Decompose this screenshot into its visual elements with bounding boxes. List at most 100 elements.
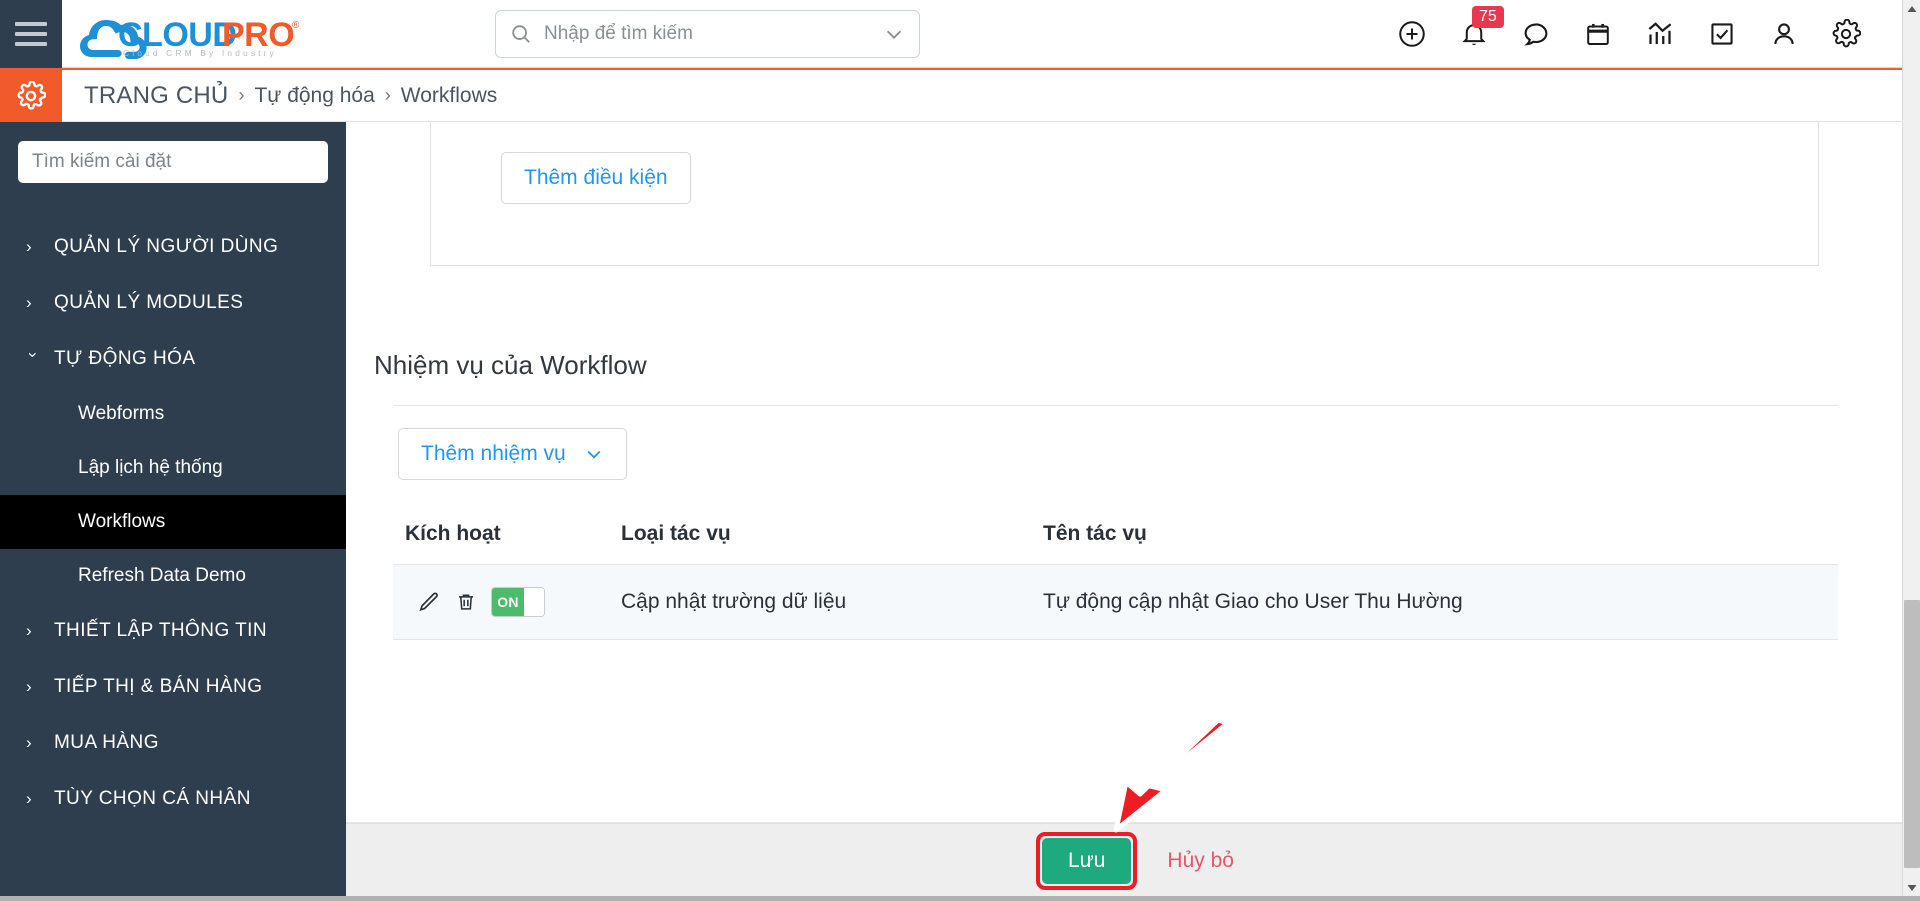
add-task-button[interactable]: Thêm nhiệm vụ <box>398 428 627 480</box>
application-root: CLOUD PRO ® Cloud CRM By Industry Nhập đ… <box>0 0 1920 901</box>
chevron-right-icon: › <box>26 237 33 256</box>
pencil-icon[interactable] <box>417 590 441 614</box>
notification-badge: 75 <box>1472 6 1504 28</box>
sidebar-search-box[interactable] <box>18 141 328 183</box>
cancel-button[interactable]: Hủy bỏ <box>1167 849 1234 873</box>
search-icon <box>512 25 530 43</box>
save-button[interactable]: Lưu <box>1042 837 1132 884</box>
toggle-knob <box>524 588 544 616</box>
svg-text:Cloud CRM By Industry: Cloud CRM By Industry <box>123 48 277 58</box>
brand-logo[interactable]: CLOUD PRO ® Cloud CRM By Industry <box>74 0 302 68</box>
sidebar-item-purchasing[interactable]: › MUA HÀNG <box>0 715 346 771</box>
horizontal-scrollbar[interactable] <box>0 896 1920 901</box>
checkbox-icon[interactable] <box>1706 18 1738 50</box>
vertical-scrollbar-thumb[interactable] <box>1904 600 1920 868</box>
save-button-highlight-annotation: Lưu <box>1036 831 1138 890</box>
scroll-down-arrow-icon[interactable] <box>1903 879 1920 897</box>
sidebar-item-label: TỰ ĐỘNG HÓA <box>54 348 196 369</box>
sidebar-item-label: Webforms <box>78 403 165 424</box>
hamburger-line <box>15 21 47 26</box>
chevron-right-icon: › <box>26 621 33 640</box>
activate-toggle[interactable]: ON <box>491 587 545 617</box>
chevron-right-icon: › <box>26 677 33 696</box>
cell-activate: ON <box>393 564 621 640</box>
chevron-right-icon: › <box>26 293 33 312</box>
breadcrumb-item-home[interactable]: TRANG CHỦ <box>84 82 228 110</box>
cell-task-type: Cập nhật trường dữ liệu <box>621 564 1043 640</box>
sidebar-item-label: TIẾP THỊ & BÁN HÀNG <box>54 676 263 697</box>
sidebar-item-label: Refresh Data Demo <box>78 565 246 586</box>
chevron-right-icon: › <box>238 85 245 105</box>
top-header-bar: CLOUD PRO ® Cloud CRM By Industry Nhập đ… <box>0 0 1902 68</box>
add-circle-icon[interactable] <box>1396 18 1428 50</box>
global-search-box[interactable] <box>495 10 920 58</box>
scroll-up-arrow-icon[interactable] <box>1903 0 1920 18</box>
add-task-label: Thêm nhiệm vụ <box>421 442 566 465</box>
hamburger-menu-icon[interactable] <box>0 0 62 68</box>
sidebar-item-label: THIẾT LẬP THÔNG TIN <box>54 620 268 641</box>
trash-icon[interactable] <box>455 590 477 614</box>
breadcrumb-item-automation[interactable]: Tự động hóa <box>254 84 374 108</box>
cloudpro-logo-icon: CLOUD PRO ® Cloud CRM By Industry <box>80 16 300 59</box>
chevron-right-icon: › <box>384 85 391 105</box>
sidebar-menu: › QUẢN LÝ NGƯỜI DÙNG › QUẢN LÝ MODULES ›… <box>0 219 346 827</box>
settings-sidebar: › QUẢN LÝ NGƯỜI DÙNG › QUẢN LÝ MODULES ›… <box>0 122 346 901</box>
vertical-scrollbar[interactable] <box>1902 0 1920 897</box>
gear-icon[interactable] <box>1830 18 1862 50</box>
column-header-activate: Kích hoạt <box>393 508 621 565</box>
column-header-task-name: Tên tác vụ <box>1043 508 1838 565</box>
page-title: Nhiệm vụ của Workflow <box>374 350 647 380</box>
main-content: Thêm điều kiện Nhiệm vụ của Workflow Thê… <box>346 122 1902 901</box>
sidebar-item-refresh-data-demo[interactable]: Refresh Data Demo <box>0 549 346 603</box>
sidebar-item-label: QUẢN LÝ MODULES <box>54 292 244 313</box>
sidebar-item-webforms[interactable]: Webforms <box>0 387 346 441</box>
svg-text:®: ® <box>292 20 300 31</box>
sidebar-item-label: Workflows <box>78 511 166 532</box>
add-condition-button[interactable]: Thêm điều kiện <box>501 152 691 204</box>
chevron-right-icon: › <box>26 733 33 752</box>
sidebar-item-workflows[interactable]: Workflows <box>0 495 346 549</box>
table-header: Kích hoạt Loại tác vụ Tên tác vụ <box>393 508 1838 565</box>
chevron-down-icon[interactable] <box>883 23 905 45</box>
sidebar-item-system-schedule[interactable]: Lập lịch hệ thống <box>0 441 346 495</box>
sidebar-item-label: MUA HÀNG <box>54 732 159 753</box>
cell-task-name: Tự động cập nhật Giao cho User Thu Hường <box>1043 564 1838 640</box>
workflow-tasks-table: Kích hoạt Loại tác vụ Tên tác vụ ON Cập … <box>393 508 1838 640</box>
header-icon-group: 75 <box>1396 0 1862 68</box>
table-header-row: Kích hoạt Loại tác vụ Tên tác vụ <box>393 508 1838 565</box>
table-body: ON Cập nhật trường dữ liệu Tự động cập n… <box>393 564 1838 640</box>
hamburger-line <box>15 41 47 46</box>
chevron-down-icon <box>587 450 601 459</box>
workflow-conditions-panel: Thêm điều kiện <box>430 122 1819 266</box>
person-icon[interactable] <box>1768 18 1800 50</box>
sidebar-item-label: QUẢN LÝ NGƯỜI DÙNG <box>54 236 279 257</box>
section-divider <box>393 405 1838 406</box>
row-action-group: ON <box>405 587 621 617</box>
sidebar-item-label: TÙY CHỌN CÁ NHÂN <box>54 788 251 809</box>
bell-icon[interactable]: 75 <box>1458 6 1504 50</box>
sidebar-item-modules-management[interactable]: › QUẢN LÝ MODULES <box>0 275 346 331</box>
search-input[interactable] <box>544 23 871 45</box>
sidebar-item-automation[interactable]: › TỰ ĐỘNG HÓA <box>0 331 346 387</box>
chevron-down-icon: › <box>24 352 43 359</box>
column-header-task-type: Loại tác vụ <box>621 508 1043 565</box>
hamburger-line <box>15 31 47 36</box>
sidebar-item-marketing-sales[interactable]: › TIẾP THỊ & BÁN HÀNG <box>0 659 346 715</box>
sidebar-item-information-setup[interactable]: › THIẾT LẬP THÔNG TIN <box>0 603 346 659</box>
toggle-on-label: ON <box>492 588 524 616</box>
breadcrumb-bar: TRANG CHỦ › Tự động hóa › Workflows <box>0 68 1902 123</box>
chart-icon[interactable] <box>1644 18 1676 50</box>
workflow-tasks-section: Thêm nhiệm vụ Kích hoạt Loại tác vụ Tên … <box>393 405 1838 640</box>
sidebar-item-user-management[interactable]: › QUẢN LÝ NGƯỜI DÙNG <box>0 219 346 275</box>
sidebar-search-input[interactable] <box>32 151 314 173</box>
sidebar-item-personal-options[interactable]: › TÙY CHỌN CÁ NHÂN <box>0 771 346 827</box>
chat-bubble-icon[interactable] <box>1520 18 1552 50</box>
calendar-icon[interactable] <box>1582 18 1614 50</box>
chevron-right-icon: › <box>26 789 33 808</box>
table-row[interactable]: ON Cập nhật trường dữ liệu Tự động cập n… <box>393 564 1838 640</box>
breadcrumb-item-workflows: Workflows <box>400 83 498 107</box>
settings-gear-icon[interactable] <box>0 68 62 123</box>
breadcrumb: TRANG CHỦ › Tự động hóa › Workflows <box>84 82 497 110</box>
sidebar-item-label: Lập lịch hệ thống <box>78 457 223 478</box>
form-action-bar: Lưu Hủy bỏ <box>346 823 1902 897</box>
